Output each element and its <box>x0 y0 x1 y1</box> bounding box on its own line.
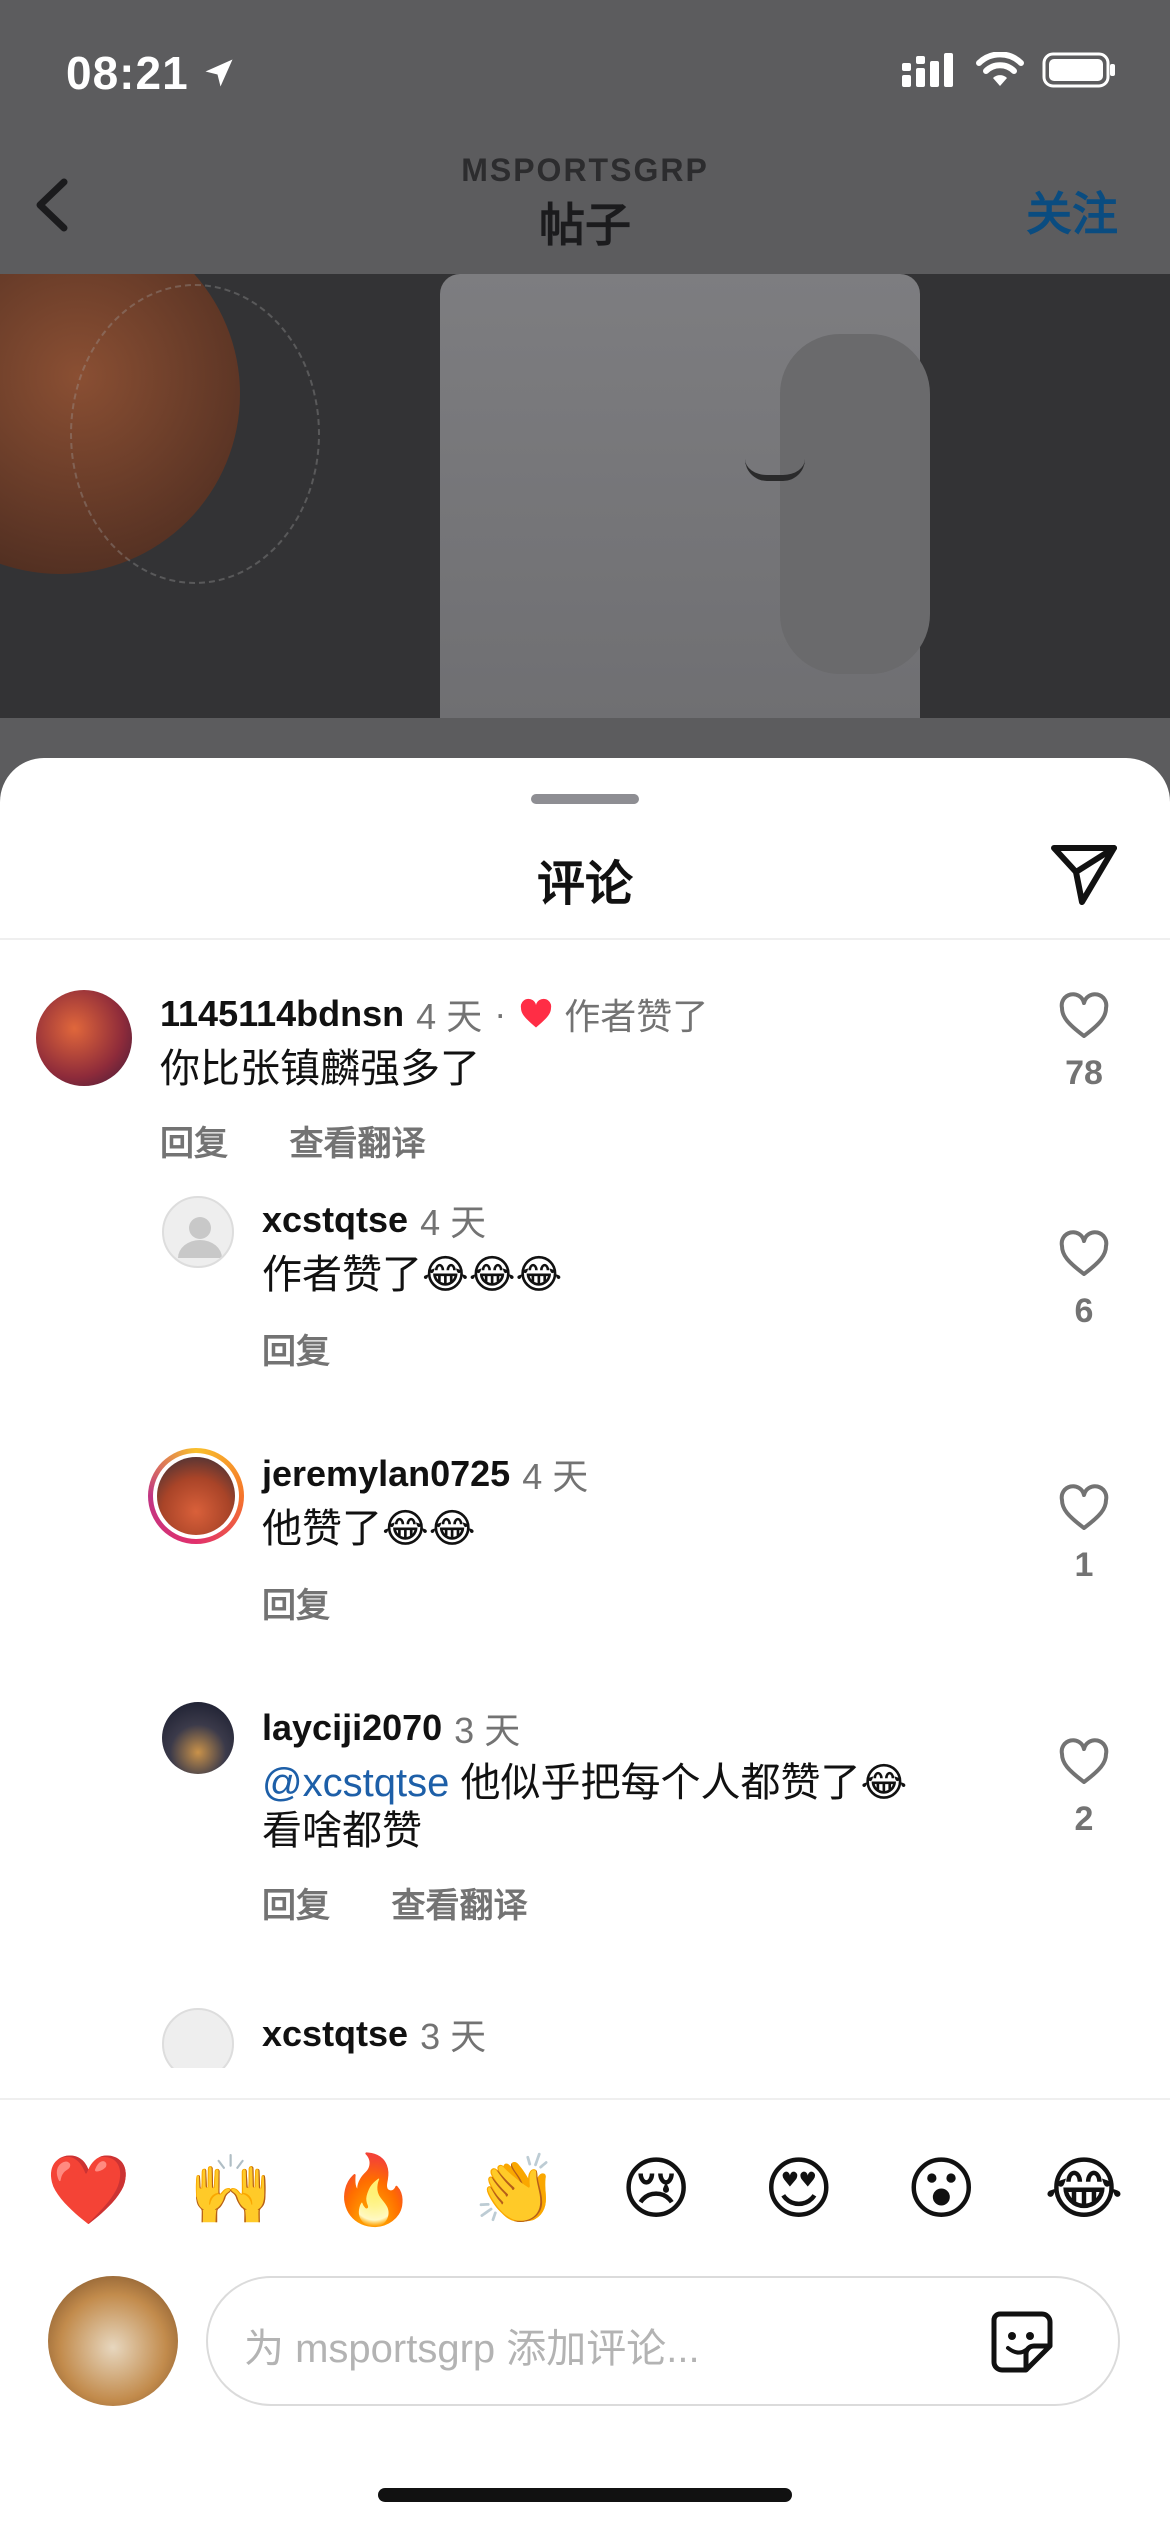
separator-dot: · <box>494 993 507 1034</box>
comment-username[interactable]: xcstqtse <box>262 1199 408 1241</box>
status-bar-right <box>902 52 1116 88</box>
reply-button[interactable]: 回复 <box>262 1887 330 1925</box>
translate-button[interactable]: 查看翻译 <box>289 1125 425 1163</box>
comment-actions: 回复 查看翻译 <box>262 1878 579 1927</box>
like-count: 6 <box>1074 1292 1094 1330</box>
comment-text: 你比张镇麟强多了 <box>160 1047 480 1091</box>
comment-actions: 回复 <box>262 1578 382 1627</box>
comment-header: 1145114bdnsn 4 天 · 作者赞了 <box>160 988 708 1040</box>
comment-username[interactable]: jeremylan0725 <box>262 1453 510 1495</box>
comment-username[interactable]: xcstqtse <box>262 2013 408 2055</box>
like-heart-icon[interactable] <box>1058 1484 1110 1532</box>
status-bar-time: 08:21 <box>66 46 237 100</box>
comment-header: layciji2070 3 天 <box>262 1702 520 1754</box>
comment-item: jeremylan0725 4 天 他赞了😂😂 回复 1 <box>0 1448 1170 1704</box>
comment-text-line2: 看啥都赞 <box>262 1809 422 1853</box>
comment-mention[interactable]: @xcstqtse <box>262 1761 449 1805</box>
sheet-drag-handle[interactable] <box>531 794 639 804</box>
comment-time: 4 天 <box>416 996 483 1037</box>
translate-button[interactable]: 查看翻译 <box>391 1887 527 1925</box>
comment-username[interactable]: 1145114bdnsn <box>160 993 404 1035</box>
comment-text-main: 他赞了 <box>262 1507 382 1551</box>
reaction-crying[interactable]: 😢 <box>616 2150 696 2240</box>
reaction-clap[interactable]: 👏 <box>474 2150 559 2240</box>
like-count: 78 <box>1065 1054 1103 1092</box>
reaction-heart-eyes[interactable]: 😍 <box>759 2150 839 2240</box>
like-count: 1 <box>1074 1546 1094 1584</box>
author-liked-heart-icon <box>521 998 552 1028</box>
like-heart-icon[interactable] <box>1058 1230 1110 1278</box>
avatar[interactable] <box>162 1702 234 1774</box>
home-indicator[interactable] <box>378 2488 792 2502</box>
comment-item: xcstqtse 4 天 作者赞了😂😂😂 回复 6 <box>0 1194 1170 1450</box>
like-column: 1 <box>1054 1484 1114 1585</box>
status-time-text: 08:21 <box>66 47 189 99</box>
location-arrow-icon <box>205 59 233 87</box>
post-header-area: 08:21 MSPORTSGRP 帖子 关注 <box>0 0 1170 274</box>
comment-item: xcstqtse 3 天 <box>0 2008 1170 2068</box>
comment-time: 3 天 <box>454 1710 521 1751</box>
comment-item: 1145114bdnsn 4 天 · 作者赞了 你比张镇麟强多了 回复 查看翻译… <box>0 940 1170 1200</box>
like-count: 2 <box>1074 1800 1094 1838</box>
comment-input[interactable]: 为 msportsgrp 添加评论... <box>206 2276 1120 2406</box>
my-avatar[interactable] <box>48 2276 178 2406</box>
comment-emojis: 😂😂 <box>382 1507 476 1551</box>
comment-list[interactable]: 1145114bdnsn 4 天 · 作者赞了 你比张镇麟强多了 回复 查看翻译… <box>0 940 1170 2068</box>
comment-text-main: 他似乎把每个人都赞了 <box>449 1761 861 1805</box>
author-liked-label: 作者赞了 <box>564 996 709 1037</box>
comment-time: 3 天 <box>420 2016 487 2057</box>
player-arm <box>780 334 930 674</box>
avatar[interactable] <box>36 990 132 1086</box>
comment-text: @xcstqtse 他似乎把每个人都赞了😂 <box>262 1758 907 1808</box>
comment-text: 作者赞了😂😂😂 <box>262 1250 562 1300</box>
avatar[interactable] <box>162 1196 234 1268</box>
comment-input-placeholder: 为 msportsgrp 添加评论... <box>244 2327 700 2371</box>
reply-button[interactable]: 回复 <box>262 1587 330 1625</box>
cellular-signal-icon <box>902 53 953 87</box>
comment-header: xcstqtse 4 天 <box>262 1194 486 1246</box>
like-column: 78 <box>1054 992 1114 1093</box>
comment-emojis: 😂 <box>860 1761 908 1805</box>
sticker-icon[interactable] <box>986 2306 1058 2378</box>
reaction-surprised[interactable]: 😮 <box>901 2150 981 2240</box>
reaction-heart[interactable]: ❤️ <box>46 2150 131 2240</box>
reaction-fire[interactable]: 🔥 <box>331 2150 416 2240</box>
reaction-raised-hands[interactable]: 🙌 <box>189 2150 274 2240</box>
follow-button[interactable]: 关注 <box>1026 178 1118 244</box>
like-column: 2 <box>1054 1738 1114 1839</box>
default-avatar-icon <box>178 1217 222 1258</box>
comment-time: 4 天 <box>420 1202 487 1243</box>
post-account-name: MSPORTSGRP <box>461 152 709 188</box>
reply-button[interactable]: 回复 <box>160 1125 228 1163</box>
post-photo[interactable] <box>0 274 1170 718</box>
comment-item: layciji2070 3 天 @xcstqtse 他似乎把每个人都赞了😂 看啥… <box>0 1702 1170 2002</box>
nav-title-group: MSPORTSGRP 帖子 <box>0 152 1170 255</box>
reaction-laughing[interactable]: 😂 <box>1044 2150 1124 2240</box>
comment-emojis: 😂😂😂 <box>422 1253 563 1297</box>
battery-icon <box>1042 52 1115 88</box>
comment-time: 4 天 <box>522 1456 589 1497</box>
comment-text: 他赞了😂😂 <box>262 1504 475 1554</box>
avatar-image <box>157 1457 235 1535</box>
avatar-story-ring[interactable] <box>148 1448 244 1544</box>
like-heart-icon[interactable] <box>1058 992 1110 1040</box>
like-column: 6 <box>1054 1230 1114 1331</box>
comment-composer: ❤️ 🙌 🔥 👏 😢 😍 😮 😂 为 msportsgrp 添加评论... <box>0 2098 1170 2532</box>
comment-header: xcstqtse 3 天 <box>262 2008 486 2060</box>
page-title: 帖子 <box>539 199 631 251</box>
like-heart-icon[interactable] <box>1058 1738 1110 1786</box>
circular-text-graphic <box>70 284 320 584</box>
quick-reactions: ❤️ 🙌 🔥 👏 😢 😍 😮 😂 <box>0 2150 1170 2240</box>
reply-button[interactable]: 回复 <box>262 1333 330 1371</box>
sheet-title: 评论 <box>536 858 633 911</box>
share-send-icon[interactable] <box>1048 838 1120 910</box>
comment-username[interactable]: layciji2070 <box>262 1707 442 1749</box>
comment-actions: 回复 <box>262 1324 382 1373</box>
comment-actions: 回复 查看翻译 <box>160 1116 477 1165</box>
comment-header: jeremylan0725 4 天 <box>262 1448 588 1500</box>
avatar[interactable] <box>162 2008 234 2068</box>
wifi-icon <box>976 52 1024 86</box>
comment-text-main: 作者赞了 <box>262 1253 422 1297</box>
